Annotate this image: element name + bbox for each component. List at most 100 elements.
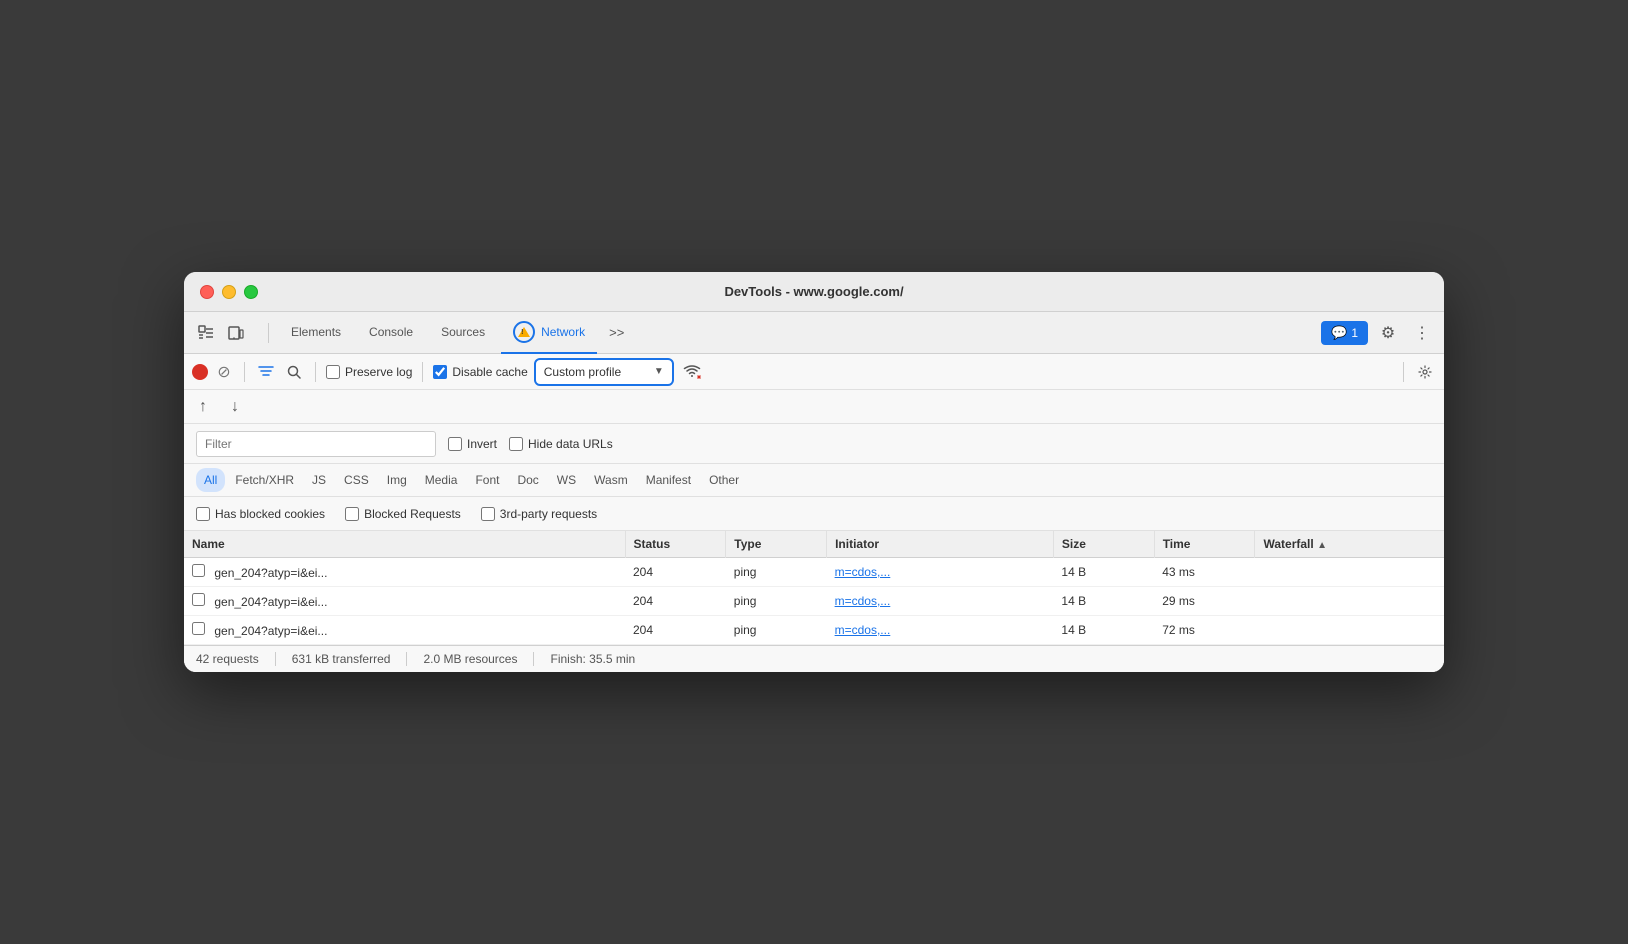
tab-network[interactable]: Network [501, 312, 597, 354]
type-filter-fetch-xhr[interactable]: Fetch/XHR [227, 468, 302, 492]
type-filter-ws[interactable]: WS [549, 468, 584, 492]
warning-triangle-icon [518, 327, 530, 337]
blocked-requests-checkbox[interactable] [345, 507, 359, 521]
type-filter-img[interactable]: Img [379, 468, 415, 492]
network-toolbar-row2: ↑ ↓ [184, 390, 1444, 424]
row-2-time: 72 ms [1154, 616, 1255, 645]
disable-cache-checkbox[interactable] [433, 365, 447, 379]
upload-icon: ↑ [199, 398, 207, 416]
invert-label[interactable]: Invert [448, 437, 497, 451]
filter-button[interactable] [255, 361, 277, 383]
preserve-log-label[interactable]: Preserve log [326, 365, 412, 379]
blocked-requests-label[interactable]: Blocked Requests [345, 507, 461, 521]
type-filter-bar: All Fetch/XHR JS CSS Img Media Font Doc … [184, 464, 1444, 497]
row-0-checkbox[interactable] [192, 564, 205, 577]
row-1-type: ping [726, 587, 827, 616]
hide-data-urls-checkbox[interactable] [509, 437, 523, 451]
network-conditions-button[interactable] [680, 360, 704, 384]
minimize-button[interactable] [222, 285, 236, 299]
row-0-initiator[interactable]: m=cdos,... [827, 558, 1054, 587]
type-filter-font[interactable]: Font [467, 468, 507, 492]
devtools-settings-button[interactable]: ⚙ [1374, 319, 1402, 347]
row-0-name: gen_204?atyp=i&ei... [184, 558, 625, 587]
row-1-size: 14 B [1053, 587, 1154, 616]
table-row[interactable]: gen_204?atyp=i&ei... 204 ping m=cdos,... [184, 558, 1444, 587]
network-table-wrapper: Name Status Type Initiator Size [184, 531, 1444, 645]
row-2-initiator[interactable]: m=cdos,... [827, 616, 1054, 645]
type-filter-doc[interactable]: Doc [509, 468, 546, 492]
row-2-name: gen_204?atyp=i&ei... [184, 616, 625, 645]
row-2-checkbox[interactable] [192, 622, 205, 635]
row-2-type: ping [726, 616, 827, 645]
type-filter-manifest[interactable]: Manifest [638, 468, 699, 492]
tab-elements[interactable]: Elements [279, 312, 353, 354]
tab-more-button[interactable]: >> [601, 312, 632, 354]
type-filter-all[interactable]: All [196, 468, 225, 492]
has-blocked-cookies-checkbox[interactable] [196, 507, 210, 521]
tab-sources[interactable]: Sources [429, 312, 497, 354]
network-warning-circle [513, 321, 535, 343]
col-header-status[interactable]: Status [625, 531, 726, 558]
col-header-size[interactable]: Size [1053, 531, 1154, 558]
row-1-status: 204 [625, 587, 726, 616]
custom-profile-dropdown[interactable]: Custom profile ▼ [534, 358, 674, 386]
blocked-bar: Has blocked cookies Blocked Requests 3rd… [184, 497, 1444, 531]
clear-button[interactable]: ⊘ [214, 362, 234, 382]
invert-checkbox[interactable] [448, 437, 462, 451]
hide-data-urls-label[interactable]: Hide data URLs [509, 437, 613, 451]
type-filter-js[interactable]: JS [304, 468, 334, 492]
row-1-initiator[interactable]: m=cdos,... [827, 587, 1054, 616]
row-0-type: ping [726, 558, 827, 587]
search-button[interactable] [283, 361, 305, 383]
row-0-size: 14 B [1053, 558, 1154, 587]
status-resources: 2.0 MB resources [423, 652, 534, 666]
disable-cache-label[interactable]: Disable cache [433, 365, 527, 379]
tab-console[interactable]: Console [357, 312, 425, 354]
row-0-time: 43 ms [1154, 558, 1255, 587]
title-bar: DevTools - www.google.com/ [184, 272, 1444, 312]
col-header-initiator[interactable]: Initiator [827, 531, 1054, 558]
inspect-element-button[interactable] [192, 319, 220, 347]
custom-profile-label: Custom profile [544, 365, 621, 379]
col-header-waterfall[interactable]: Waterfall ▲ [1255, 531, 1444, 558]
row-2-waterfall [1255, 616, 1444, 645]
window-title: DevTools - www.google.com/ [724, 284, 903, 299]
type-filter-css[interactable]: CSS [336, 468, 377, 492]
net-divider-1 [244, 362, 245, 382]
dropdown-arrow-icon: ▼ [654, 366, 664, 377]
network-table: Name Status Type Initiator Size [184, 531, 1444, 645]
row-2-status: 204 [625, 616, 726, 645]
row-1-waterfall [1255, 587, 1444, 616]
record-button[interactable] [192, 364, 208, 380]
type-filter-wasm[interactable]: Wasm [586, 468, 636, 492]
col-header-type[interactable]: Type [726, 531, 827, 558]
table-row[interactable]: gen_204?atyp=i&ei... 204 ping m=cdos,... [184, 616, 1444, 645]
upload-har-button[interactable]: ↑ [192, 396, 214, 418]
row-2-size: 14 B [1053, 616, 1154, 645]
col-header-time[interactable]: Time [1154, 531, 1255, 558]
download-har-button[interactable]: ↓ [224, 396, 246, 418]
col-header-name[interactable]: Name [184, 531, 625, 558]
tab-bar-right: 💬 1 ⚙ ⋮ [1321, 319, 1436, 347]
feedback-chat-icon: 💬 [1331, 325, 1347, 341]
net-divider-2 [315, 362, 316, 382]
network-toolbar-row1: ⊘ Preserve log Disab [184, 354, 1444, 390]
tab-divider-1 [268, 323, 269, 343]
net-divider-4 [1403, 362, 1404, 382]
device-toggle-button[interactable] [222, 319, 250, 347]
preserve-log-checkbox[interactable] [326, 365, 340, 379]
has-blocked-cookies-label[interactable]: Has blocked cookies [196, 507, 325, 521]
type-filter-media[interactable]: Media [417, 468, 466, 492]
maximize-button[interactable] [244, 285, 258, 299]
type-filter-other[interactable]: Other [701, 468, 747, 492]
close-button[interactable] [200, 285, 214, 299]
devtools-more-button[interactable]: ⋮ [1408, 319, 1436, 347]
table-row[interactable]: gen_204?atyp=i&ei... 204 ping m=cdos,... [184, 587, 1444, 616]
status-requests: 42 requests [196, 652, 276, 666]
row-1-checkbox[interactable] [192, 593, 205, 606]
feedback-button[interactable]: 💬 1 [1321, 321, 1368, 345]
filter-input[interactable] [196, 431, 436, 457]
third-party-checkbox[interactable] [481, 507, 495, 521]
network-settings-button[interactable] [1414, 361, 1436, 383]
third-party-label[interactable]: 3rd-party requests [481, 507, 597, 521]
